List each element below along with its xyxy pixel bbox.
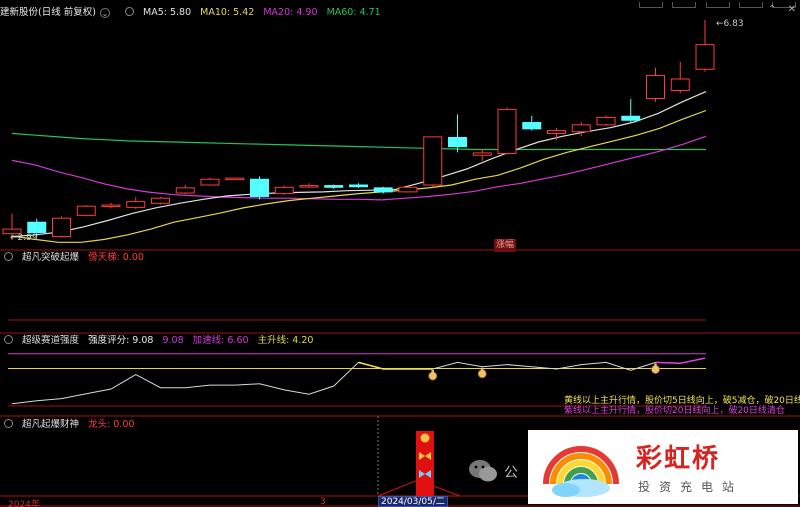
candle-body-up [547, 130, 566, 134]
sub3-header: 超凡起爆财神 龙头: 0.00 [0, 418, 140, 432]
sub1-name: 超凡突破起爆 [22, 252, 80, 263]
cursor-date-label[interactable]: 2024/03/05/二 [378, 496, 448, 507]
candle-body-up [299, 185, 319, 188]
sub3-value: 龙头: 0.00 [88, 419, 135, 430]
main-line-label: 主升线: 4.20 [257, 335, 314, 346]
main-header: 建新股份(日线 前复权) ⌄ MA5: 5.80 MA10: 5.42 MA20:… [0, 6, 387, 20]
sub1-header: 超凡突破起爆 傍天梯: 0.00 [0, 251, 150, 265]
ma5-label: MA5: 5.80 [143, 7, 192, 18]
candle-body-up [398, 186, 418, 193]
candle-body-up [52, 217, 71, 238]
candle-body-up [695, 44, 715, 70]
main-price-panel [2, 20, 715, 243]
wechat-text: 公 [504, 465, 518, 481]
limit-up-marker: 涨幅 [494, 239, 517, 252]
candle-body-up [76, 205, 96, 216]
ma20-label: MA20: 4.90 [263, 7, 318, 18]
chart-stage[interactable]: ⌃ ✕ 建新股份(日线 前复权) ⌄ MA5: 5.80 MA10: 5.42 M… [0, 0, 800, 507]
accel-line-label: 加速线: 6.60 [192, 335, 249, 346]
x-axis-month-label: 3 [320, 497, 326, 507]
candle-body-up [423, 136, 443, 186]
ma5-line [11, 91, 707, 238]
toolbar-button[interactable] [672, 2, 697, 8]
gear-icon[interactable] [4, 252, 13, 261]
gear-icon[interactable] [4, 335, 13, 344]
low-price-value: 2.99 [17, 233, 38, 243]
gear-icon[interactable] [4, 419, 13, 428]
money-bag-icon [420, 433, 430, 443]
ma10-line [11, 109, 707, 243]
ma60-line [11, 132, 706, 151]
gear-icon[interactable] [124, 7, 134, 16]
wechat-icon [469, 460, 497, 482]
brand-subtitle: 投资充电站 [638, 480, 744, 494]
strength-score-2: 9.08 [162, 335, 184, 346]
hand-marker-finger [431, 369, 434, 375]
candle-body-down [373, 187, 393, 193]
candle-body-up [175, 187, 195, 194]
candle-body-up [670, 78, 690, 91]
sub1-value: 傍天梯: 0.00 [88, 252, 144, 263]
candle-body-up [101, 204, 121, 208]
low-price-label: ←2.99 [10, 233, 38, 243]
strength-highlight [358, 361, 433, 370]
sub3-name: 超凡起爆财神 [22, 419, 80, 430]
candle-body-down [27, 221, 47, 234]
toolbar-button[interactable] [639, 2, 664, 8]
chevron-up-icon[interactable]: ⌃ [768, 4, 776, 15]
sub2-name: 超级赛道强度 [22, 335, 80, 346]
caishen-panel [377, 431, 461, 497]
candle-body-up [151, 197, 170, 204]
brand-watermark: 彩虹桥 投资充电站 [528, 430, 798, 504]
hand-marker-finger [654, 363, 657, 369]
candle-body-up [472, 152, 492, 156]
candle-body-up [596, 116, 616, 126]
window-controls: ⌃ ✕ [760, 4, 796, 15]
candle-body-down [522, 122, 542, 130]
note-purple: 紫线以上主升行情，股价切20日线向上，破20日线清仓 [564, 406, 785, 416]
ma60-label: MA60: 4.71 [326, 7, 381, 18]
candle-body-up [497, 108, 517, 154]
candle-body-up [200, 178, 220, 186]
collapse-icon[interactable]: ⌄ [99, 8, 110, 18]
x-axis-year-label: 2024年 [8, 500, 40, 507]
high-price-value: 6.83 [723, 19, 744, 29]
candle-body-up [571, 124, 591, 133]
candle-body-down [448, 136, 467, 148]
brand-name: 彩虹桥 [636, 444, 721, 474]
candle-body-up [126, 201, 146, 208]
candle-body-down [621, 115, 641, 121]
candle-body-down [324, 185, 344, 188]
candle-body-up [225, 177, 245, 181]
strength-highlight [655, 357, 706, 365]
ma10-label: MA10: 5.42 [200, 7, 255, 18]
toolbar-button[interactable] [705, 2, 730, 8]
close-icon[interactable]: ✕ [788, 4, 796, 15]
hand-marker-finger [481, 367, 484, 373]
strength-score: 强度评分: 9.08 [88, 335, 154, 346]
candle-body-up [274, 186, 294, 195]
candle-body-down [250, 178, 269, 197]
stock-name: 建新股份(日线 前复权) [0, 7, 96, 18]
candle-body-down [349, 184, 368, 188]
high-price-label: ←6.83 [716, 19, 744, 29]
candle-body-up [646, 75, 665, 99]
sub2-header: 超级赛道强度 强度评分: 9.08 9.08 加速线: 6.60 主升线: 4.… [0, 334, 319, 348]
rainbow-logo [543, 446, 619, 497]
